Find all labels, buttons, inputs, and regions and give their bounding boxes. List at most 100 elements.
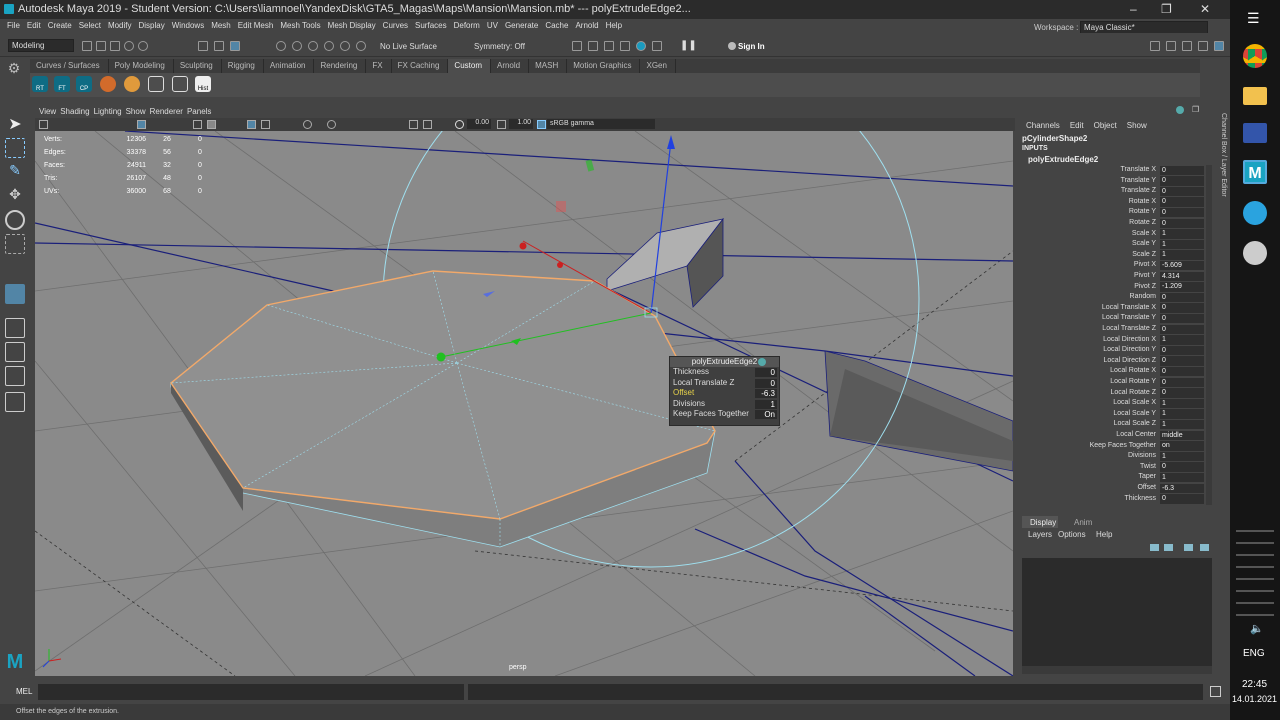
shelf-sphere-gold-icon[interactable] [124,76,140,92]
channel-attr-value[interactable]: middle [1160,430,1204,440]
channel-attr-name[interactable]: Offset [1016,483,1156,494]
volume-icon[interactable]: 🔈 [1250,622,1264,635]
channel-attr-name[interactable]: Local Translate Z [1016,324,1156,335]
tab-anim[interactable]: Anim [1066,516,1106,528]
viewport-scene[interactable] [35,131,1013,676]
menu-mesh-tools[interactable]: Mesh Tools [280,21,320,30]
select-component-icon[interactable] [230,41,240,51]
channel-attr-row[interactable]: Random 0 [1018,292,1206,303]
help-menu[interactable]: Help [1096,530,1112,539]
channel-attr-name[interactable]: Local Direction Z [1016,356,1156,367]
wireframe-on-shaded-icon[interactable] [247,120,256,129]
telegram-icon[interactable] [1243,201,1267,225]
channel-box-side-label[interactable]: Channel Box / Layer Editor [1220,113,1227,197]
channel-attr-value[interactable]: on [1160,441,1204,451]
channel-attr-row[interactable]: Local Direction Y 0 [1018,345,1206,356]
paint-icon[interactable] [1243,241,1267,265]
channel-attr-value[interactable]: 0 [1160,165,1204,175]
channel-attr-name[interactable]: Rotate Z [1016,218,1156,229]
user-icon[interactable] [728,42,736,50]
channel-attr-name[interactable]: Scale Z [1016,250,1156,261]
channel-attr-row[interactable]: Divisions 1 [1018,451,1206,462]
channel-attr-value[interactable]: 0 [1160,366,1204,377]
channel-attr-name[interactable]: Rotate Y [1016,207,1156,218]
channel-attr-name[interactable]: Pivot Z [1016,282,1156,293]
channel-attr-name[interactable]: Translate Y [1016,176,1156,187]
channel-attr-name[interactable]: Local Direction Y [1016,345,1156,356]
shelf-tab-animation[interactable]: Animation [264,59,315,73]
menu-surfaces[interactable]: Surfaces [415,21,447,30]
shadows-icon[interactable] [327,120,336,129]
channel-attr-name[interactable]: Local Rotate Z [1016,388,1156,399]
menu-mesh-display[interactable]: Mesh Display [328,21,376,30]
channel-attr-row[interactable]: Local Rotate Z 0 [1018,388,1206,399]
menu-hamburger-icon[interactable]: ☰ [1247,10,1260,27]
channel-attr-row[interactable]: Local Translate Y 0 [1018,313,1206,324]
clock-time[interactable]: 22:45 [1242,679,1267,690]
scale-tool-icon[interactable] [5,234,25,254]
color-management-icon[interactable] [537,120,546,129]
channel-attr-name[interactable]: Taper [1016,472,1156,483]
viewport-menu-view[interactable]: View [39,107,56,116]
channel-attr-name[interactable]: Local Scale X [1016,398,1156,409]
channel-attr-value[interactable]: 0 [1160,356,1204,366]
make-live-icon[interactable] [356,41,366,51]
channel-attr-value[interactable]: 1 [1160,409,1204,419]
channel-attr-name[interactable]: Local Rotate Y [1016,377,1156,388]
channel-attr-row[interactable]: Offset -6.3 [1018,483,1206,494]
language-indicator[interactable]: ENG [1243,648,1265,659]
channel-attr-row[interactable]: Rotate Z 0 [1018,218,1206,229]
file-explorer-icon[interactable] [1243,87,1267,105]
shelf-button-rt-icon[interactable]: RT [32,76,48,92]
channel-attr-value[interactable]: 1 [1160,398,1204,409]
script-editor-icon[interactable] [1210,686,1221,697]
channel-attr-row[interactable]: Translate X 0 [1018,165,1206,176]
shelf-tab-fx[interactable]: FX [366,59,392,73]
menu-create[interactable]: Create [48,21,72,30]
shelf-tab-arnold[interactable]: Arnold [491,59,530,73]
shelf-tab-mash[interactable]: MASH [529,59,568,73]
menu-windows[interactable]: Windows [172,21,204,30]
lasso-tool-icon[interactable] [5,138,25,158]
menu-uv[interactable]: UV [487,21,498,30]
tab-display[interactable]: Display [1022,516,1058,528]
new-layer-selected-icon[interactable] [1200,544,1209,551]
channel-attr-name[interactable]: Local Rotate X [1016,366,1156,377]
channel-attr-name[interactable]: Scale X [1016,229,1156,240]
menu-display[interactable]: Display [139,21,165,30]
shelf-tab-motion-graphics[interactable]: Motion Graphics [567,59,641,73]
attribute-editor-icon[interactable] [1166,41,1176,51]
xray-icon[interactable] [423,120,432,129]
layer-scrollbar[interactable] [1022,666,1212,674]
channel-attr-row[interactable]: Pivot Y 4.314 [1018,271,1206,282]
grid-toggle-icon[interactable] [137,120,146,129]
channel-attr-row[interactable]: Twist 0 [1018,462,1206,473]
layers-menu[interactable]: Layers [1028,530,1052,539]
channel-attr-row[interactable]: Local Translate X 0 [1018,303,1206,314]
channel-attr-value[interactable]: 0 [1160,324,1204,334]
in-view-value-field[interactable]: 0 [755,378,777,388]
select-object-icon[interactable] [214,41,224,51]
channel-box-options-icon[interactable] [1176,106,1184,114]
channel-attr-value[interactable]: 1 [1160,250,1204,260]
channel-attr-name[interactable]: Random [1016,292,1156,303]
channel-menu-edit[interactable]: Edit [1070,121,1084,130]
channel-attr-value[interactable]: 1 [1160,419,1204,430]
layer-down-icon[interactable] [1164,544,1173,551]
shelf-tab-xgen[interactable]: XGen [640,59,676,73]
channel-box-icon[interactable] [1198,41,1208,51]
options-menu[interactable]: Options [1058,530,1086,539]
menu-deform[interactable]: Deform [454,21,480,30]
channel-attr-value[interactable]: 0 [1160,462,1204,472]
layer-list[interactable] [1022,558,1212,666]
smooth-shade-icon[interactable] [207,120,216,129]
save-scene-icon[interactable] [110,41,120,51]
channel-attr-row[interactable]: Local Rotate X 0 [1018,366,1206,377]
channel-attr-value[interactable]: 0 [1160,303,1204,313]
select-tool-icon[interactable]: ➤ [5,114,25,134]
viewport-menu-show[interactable]: Show [126,107,146,116]
snap-view-icon[interactable] [324,41,334,51]
tool-settings-icon[interactable] [1182,41,1192,51]
shelf-sphere-orange-icon[interactable] [100,76,116,92]
in-view-value-field[interactable]: -6.3 [755,389,777,398]
